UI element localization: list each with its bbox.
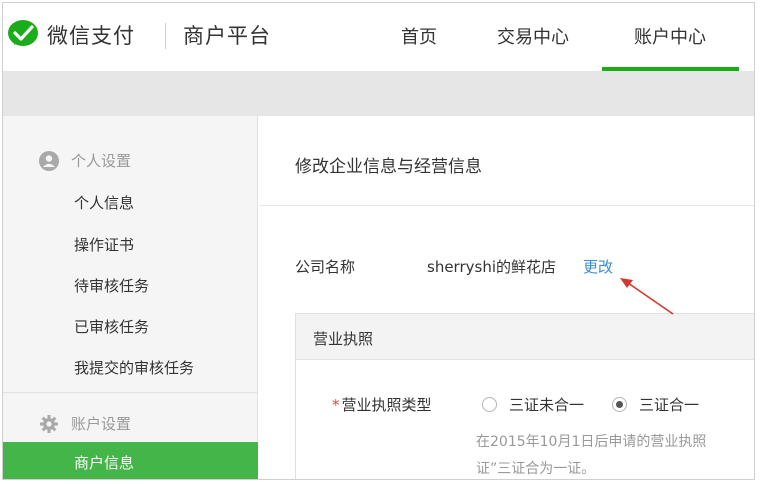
business-license-panel: 营业执照 * 营业执照类型 三证未合一 三证合一 在2015年10月1日后申请的营… — [295, 313, 754, 479]
sidebar-item-certificate[interactable]: 操作证书 — [74, 234, 134, 255]
sidebar-item-pending-review[interactable]: 待审核任务 — [74, 275, 149, 296]
license-hint-line-2: 证”三证合为一证。 — [476, 461, 596, 477]
company-name-label: 公司名称 — [295, 258, 356, 276]
tab-account-center[interactable]: 账户中心 — [634, 23, 706, 49]
sidebar-item-my-submitted[interactable]: 我提交的审核任务 — [74, 357, 194, 378]
sidebar-item-personal-info[interactable]: 个人信息 — [74, 192, 134, 213]
header-band — [3, 71, 754, 116]
wechat-pay-logo-icon — [8, 20, 38, 46]
top-header: 微信支付 商户平台 首页 交易中心 账户中心 — [3, 3, 754, 71]
gear-icon — [40, 414, 58, 433]
user-icon — [39, 150, 59, 171]
license-hint-line-1: 在2015年10月1日后申请的营业执照 — [476, 434, 707, 450]
radio-button[interactable] — [482, 397, 497, 412]
license-type-text: 营业执照类型 — [341, 396, 432, 414]
page-title: 修改企业信息与经营信息 — [295, 157, 482, 177]
radio-button-checked[interactable] — [612, 397, 627, 412]
panel-header: 营业执照 — [296, 314, 754, 360]
tab-home[interactable]: 首页 — [401, 23, 437, 49]
radio-label: 三证未合一 — [509, 396, 585, 414]
sidebar-item-reviewed[interactable]: 已审核任务 — [74, 316, 149, 337]
platform-name: 商户平台 — [183, 24, 271, 48]
sidebar-section-account: 账户设置 — [39, 413, 131, 434]
title-divider — [259, 205, 754, 206]
license-type-label: * 营业执照类型 — [332, 394, 432, 415]
radio-option-not-unified[interactable]: 三证未合一 — [482, 394, 584, 415]
sidebar-item-merchant-info[interactable]: 商户信息 — [3, 442, 258, 479]
sidebar-section-title: 个人设置 — [71, 152, 132, 170]
main-content: 修改企业信息与经营信息 公司名称 sherryshi的鲜花店 更改 营业执照 *… — [259, 116, 754, 479]
brand-name: 微信支付 — [47, 24, 135, 48]
sidebar-section-title: 账户设置 — [71, 415, 132, 433]
sidebar-divider — [3, 392, 258, 393]
app-window: 微信支付 商户平台 首页 交易中心 账户中心 个人设置 个人信息 操作证书 待审… — [2, 2, 755, 480]
radio-option-unified[interactable]: 三证合一 — [612, 394, 699, 415]
sidebar-section-personal: 个人设置 — [39, 150, 131, 171]
required-mark: * — [332, 396, 340, 414]
brand-divider — [165, 23, 166, 49]
sidebar-item-label: 商户信息 — [74, 454, 135, 472]
company-name-value: sherryshi的鲜花店 — [427, 258, 556, 276]
sidebar: 个人设置 个人信息 操作证书 待审核任务 已审核任务 我提交的审核任务 账户设置… — [3, 116, 258, 479]
panel-title: 营业执照 — [313, 330, 374, 348]
tab-transactions[interactable]: 交易中心 — [497, 23, 569, 49]
radio-label: 三证合一 — [639, 396, 700, 414]
change-company-link[interactable]: 更改 — [583, 256, 613, 277]
